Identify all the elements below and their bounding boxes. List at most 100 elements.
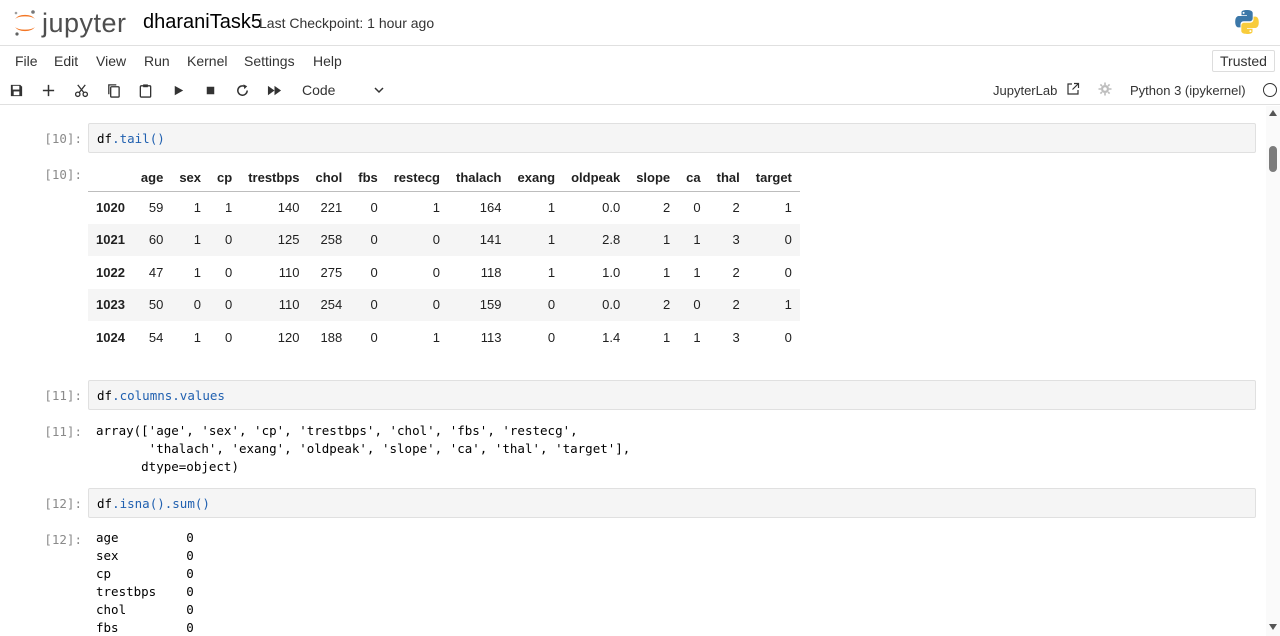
menu-bar: File Edit View Run Kernel Settings Help (0, 47, 1280, 75)
jupyterlab-link[interactable]: JupyterLab (993, 83, 1057, 98)
stop-icon (206, 86, 214, 94)
table-cell: 2 (732, 200, 740, 215)
table-cell: 2 (662, 200, 671, 215)
table-cell: 1 (432, 329, 440, 345)
table-cell: 0 (432, 297, 440, 313)
column-header: thal (708, 164, 748, 192)
column-header: thalach (447, 164, 510, 192)
table-cell: 1 (693, 232, 701, 248)
table-cell: 0 (224, 264, 233, 280)
stop-button[interactable] (198, 78, 222, 102)
menu-view[interactable]: View (96, 53, 126, 69)
table-cell: 0 (784, 264, 792, 280)
table-cell: 254 (320, 297, 343, 313)
scroll-up-arrow-icon[interactable] (1269, 110, 1277, 116)
row-index: 1020 (96, 200, 125, 215)
restart-run-all-button[interactable] (262, 78, 286, 102)
add-cell-button[interactable] (36, 78, 60, 102)
table-row: 1021 60 1 0 125 258 0 0 141 1 2.8 1 1 3 0 (88, 223, 800, 256)
table-cell: 3 (732, 329, 740, 345)
table-row: 1020 59 1 1 140 221 0 1 164 1 0.0 2 0 2 1 (88, 191, 800, 224)
table-cell: 159 (479, 297, 502, 313)
table-cell: 0 (193, 297, 202, 313)
table-cell: 0 (432, 232, 440, 248)
row-index: 1023 (96, 297, 125, 313)
cut-button[interactable] (69, 78, 93, 102)
table-cell: 1 (784, 297, 792, 313)
table-cell: 141 (479, 232, 502, 248)
paste-icon (139, 83, 151, 98)
scrollbar-thumb[interactable] (1269, 146, 1277, 172)
kernel-name[interactable]: Python 3 (ipykernel) (1130, 83, 1246, 98)
table-cell: 0 (693, 297, 701, 313)
column-header: slope (628, 164, 679, 192)
save-button[interactable] (4, 78, 28, 102)
table-cell: 110 (278, 264, 300, 280)
menu-kernel[interactable]: Kernel (187, 53, 227, 69)
jupyter-logo[interactable]: jupyter (12, 7, 127, 39)
table-cell: 0.0 (602, 200, 621, 215)
table-cell: 3 (732, 232, 740, 248)
table-cell: 0 (784, 232, 792, 248)
notebook-title[interactable]: dharaniTask5 (143, 11, 262, 34)
menu-settings[interactable]: Settings (244, 53, 295, 69)
kernel-status-icon (1263, 83, 1277, 97)
code-method: .tail() (112, 131, 165, 146)
menu-file[interactable]: File (15, 53, 38, 69)
table-cell: 1 (432, 200, 440, 215)
column-header: restecg (385, 164, 448, 192)
table-cell: 275 (320, 264, 343, 280)
notebook-area: [10]: df.tail() [10]: age sex cp trestbps ch… (0, 106, 1266, 636)
table-row: 1023 50 0 0 110 254 0 0 159 0 0.0 2 0 2 1 (88, 288, 800, 321)
table-cell: 1.4 (602, 329, 621, 345)
code-cell-input[interactable]: df.isna().sum() (88, 488, 1256, 518)
table-cell: 110 (278, 297, 300, 313)
scroll-down-arrow-icon[interactable] (1269, 624, 1277, 630)
checkpoint-status: Last Checkpoint: 1 hour ago (259, 15, 435, 31)
jupyter-logo-icon (14, 10, 35, 36)
table-cell: 0 (370, 297, 378, 313)
table-cell: 50 (148, 297, 164, 313)
table-cell: 1 (784, 200, 792, 215)
add-icon (42, 84, 54, 96)
restart-button[interactable] (230, 78, 254, 102)
cell-type-select[interactable]: Code (296, 78, 388, 102)
table-cell: 164 (479, 200, 502, 215)
table-cell: 0 (224, 297, 233, 313)
menu-help[interactable]: Help (313, 53, 342, 69)
code-method: .isna().sum() (112, 496, 210, 511)
table-header-row: age sex cp trestbps chol fbs restecg thalach exa… (88, 164, 800, 192)
table-cell: 1 (193, 264, 202, 280)
table-cell: 0 (547, 329, 556, 345)
run-button[interactable] (166, 78, 190, 102)
code-cell-input[interactable]: df.tail() (88, 123, 1256, 153)
table-cell: 0 (370, 329, 378, 345)
table-cell: 0 (693, 200, 701, 215)
table-cell: 0 (370, 200, 378, 215)
table-cell: 1 (547, 200, 556, 215)
table-cell: 125 (277, 232, 300, 248)
copy-button[interactable] (101, 78, 125, 102)
menu-edit[interactable]: Edit (54, 53, 78, 69)
menu-run[interactable]: Run (144, 53, 170, 69)
row-index: 1022 (96, 264, 125, 280)
column-header: fbs (350, 164, 386, 192)
vertical-scrollbar[interactable] (1266, 106, 1280, 636)
table-cell: 118 (480, 264, 502, 280)
paste-button[interactable] (133, 78, 157, 102)
external-link-icon[interactable] (1066, 82, 1080, 96)
cell-type-value: Code (302, 82, 336, 98)
code-cell-input[interactable]: df.columns.values (88, 380, 1256, 410)
column-header: sex (171, 164, 210, 192)
input-prompt: [11]: (44, 388, 82, 403)
top-header: jupyter dharaniTask5 Last Checkpoint: 1 … (0, 0, 1280, 46)
trusted-indicator[interactable]: Trusted (1212, 50, 1275, 72)
table-row: 1022 47 1 0 110 275 0 0 118 1 1.0 1 1 2 0 (88, 256, 800, 289)
input-prompt: [12]: (44, 496, 82, 511)
table-cell: 2 (732, 297, 740, 313)
table-row: 1024 54 1 0 120 188 0 1 113 0 1.4 1 1 3 0 (88, 321, 800, 354)
input-prompt: [10]: (44, 131, 82, 146)
row-index: 1024 (96, 329, 125, 345)
notebook-toolbar: Code JupyterLab Python 3 (ipykernel) (0, 76, 1280, 105)
run-icon (174, 85, 183, 95)
